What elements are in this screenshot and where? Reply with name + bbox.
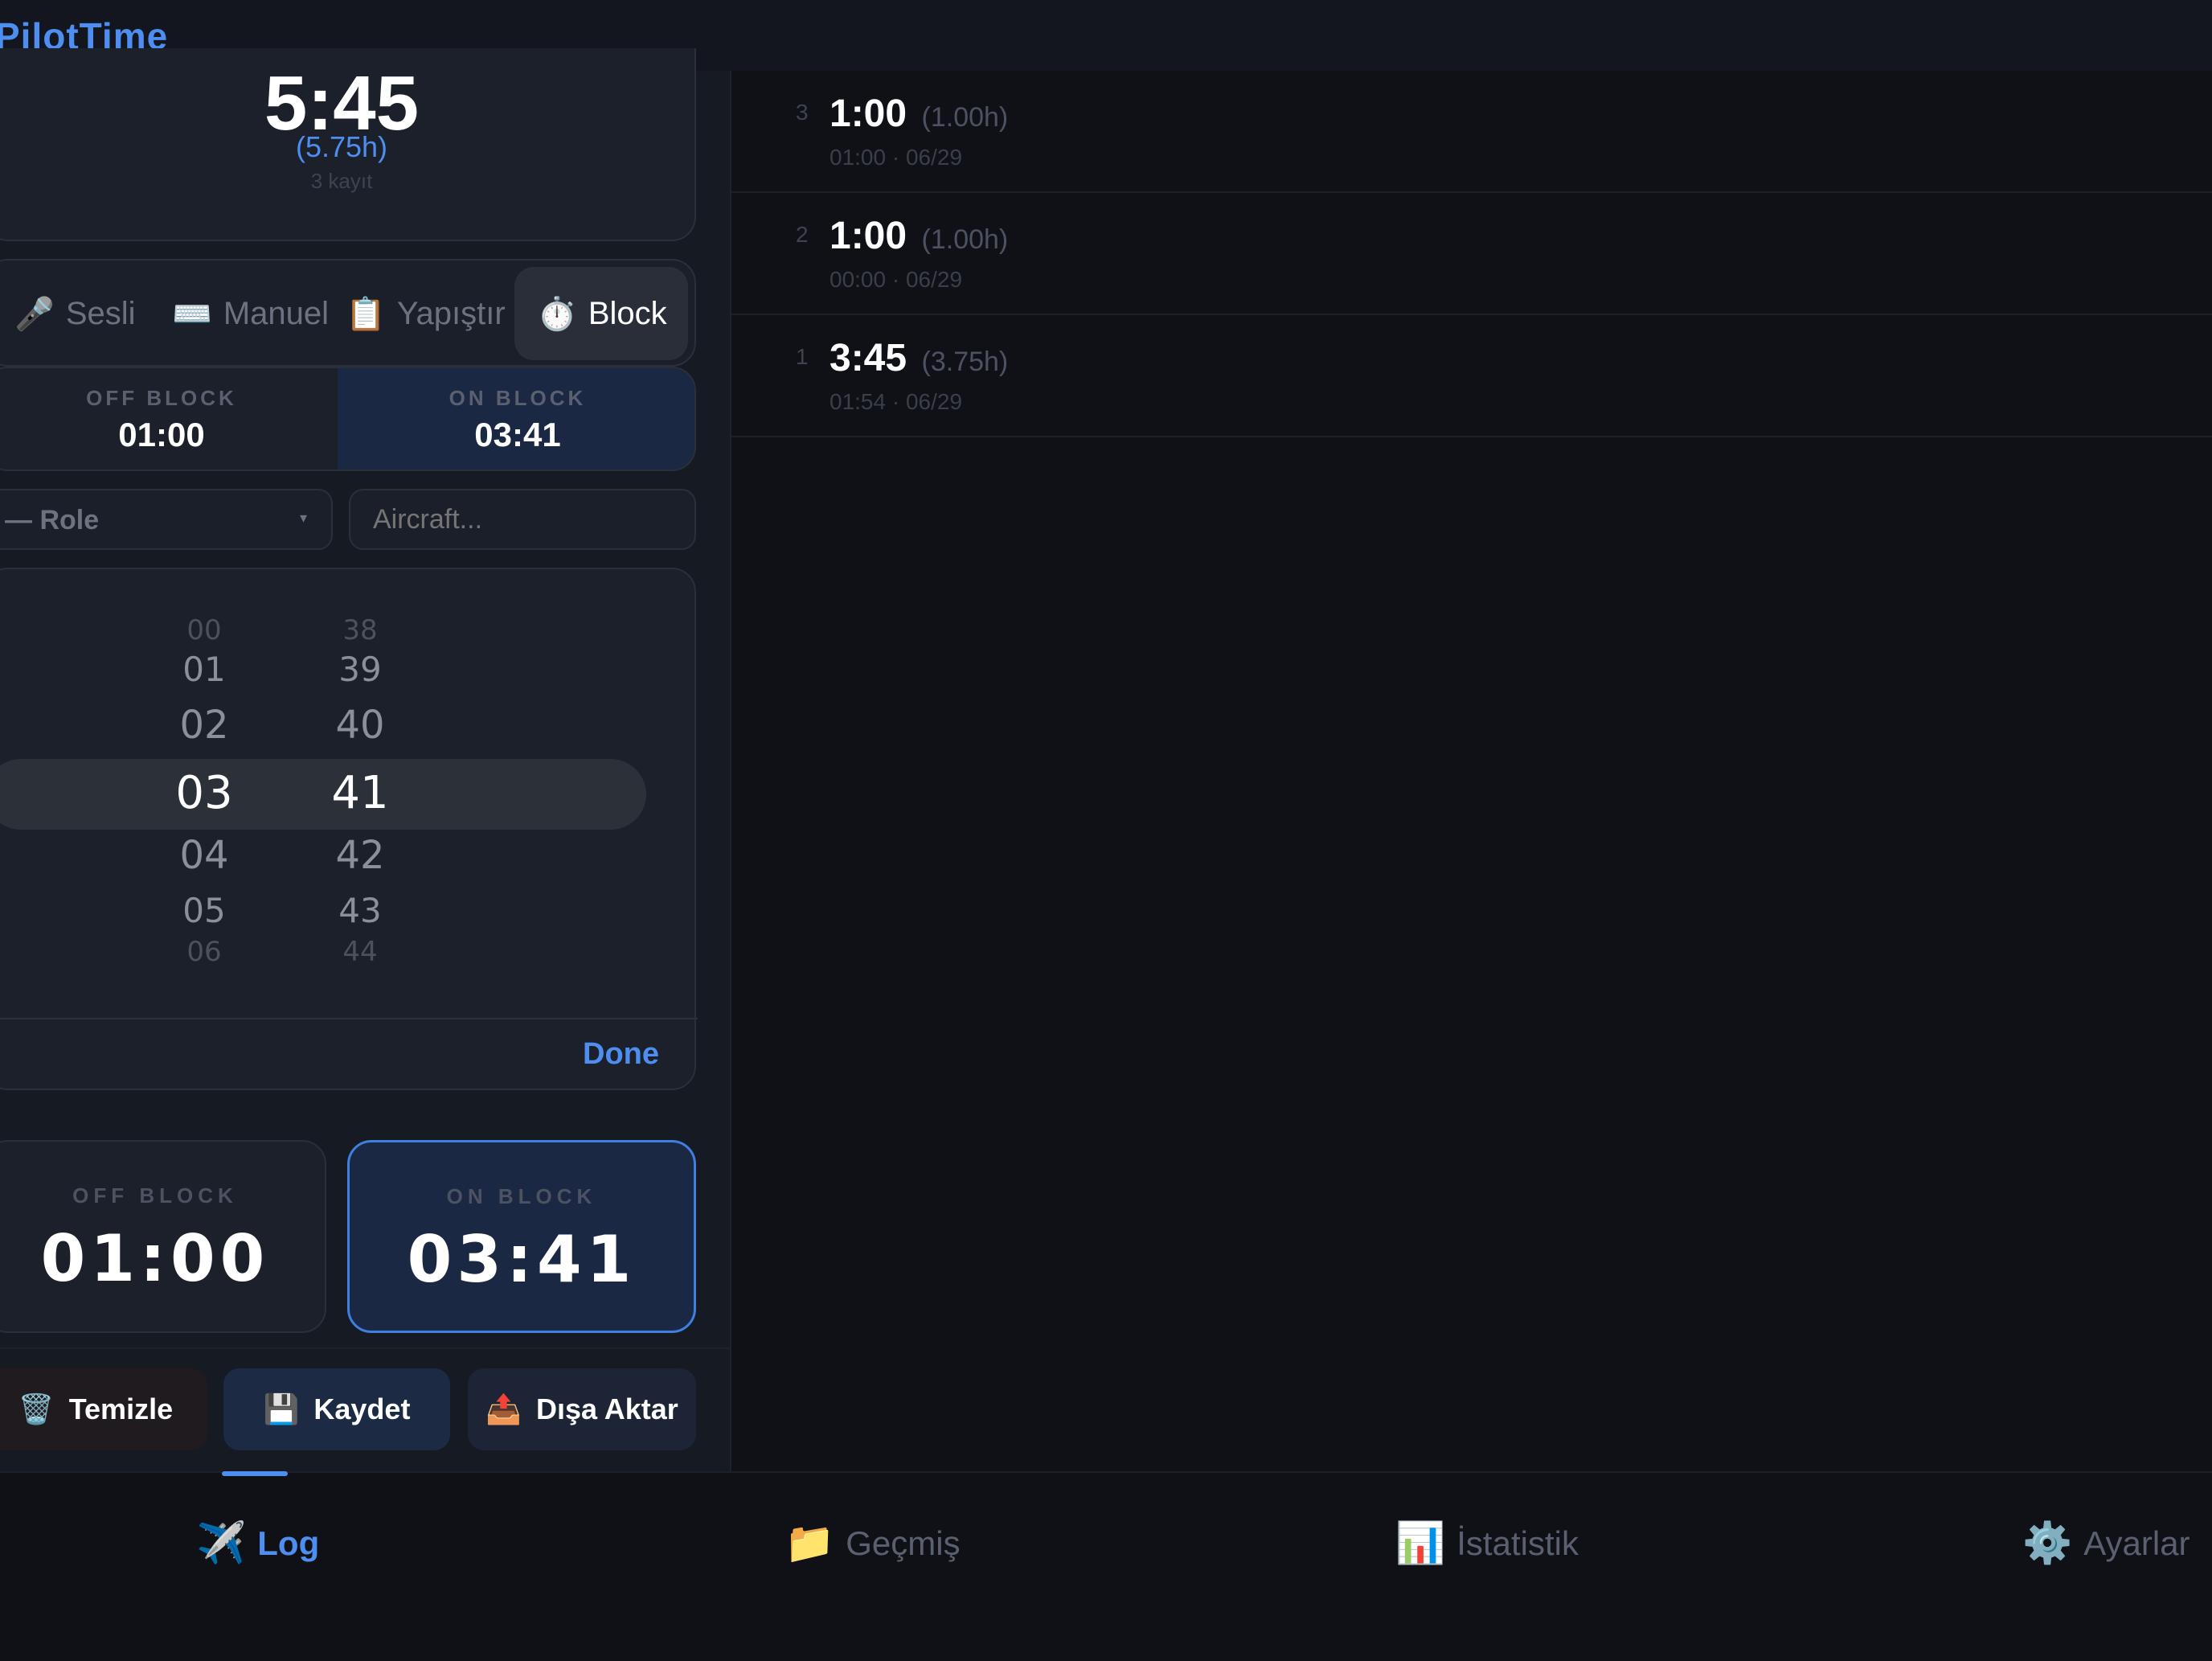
entry-time-line: 1:00 (1.00h) <box>830 92 1008 136</box>
log-entry-row[interactable]: 1 3:45 (3.75h) 01:54 · 06/29 <box>731 315 2212 437</box>
hour-option-selected[interactable]: 03 <box>156 767 252 819</box>
done-button[interactable]: Done <box>583 1037 659 1072</box>
log-entry-row[interactable]: 2 1:00 (1.00h) 00:00 · 06/29 <box>731 193 2212 315</box>
on-block-tab[interactable]: ON BLOCK 03:41 <box>338 368 694 470</box>
tab-settings[interactable]: ⚙️ Ayarlar <box>2022 1520 2190 1567</box>
actions-divider <box>0 1347 730 1349</box>
outbox-tray-icon: 📤 <box>485 1392 522 1425</box>
airplane-icon: ✈️ <box>196 1520 247 1565</box>
role-select-label: — Role <box>5 505 100 535</box>
entry-index: 3 <box>796 100 809 125</box>
on-block-label: ON BLOCK <box>449 386 587 410</box>
block-time-tabs: OFF BLOCK 01:00 ON BLOCK 03:41 <box>0 367 696 471</box>
on-block-value: 03:41 <box>474 416 561 453</box>
tab-label: Log <box>257 1524 320 1562</box>
hour-option[interactable]: 06 <box>156 936 252 968</box>
off-block-value: 01:00 <box>118 416 205 453</box>
bar-chart-icon: 📊 <box>1395 1520 1446 1565</box>
entry-count: 3 kayıt <box>310 169 373 193</box>
entry-hours: (1.00h) <box>921 224 1009 255</box>
mode-label: Block <box>588 295 667 331</box>
entry-timestamp: 00:00 · 06/29 <box>830 267 963 292</box>
off-block-label: OFF BLOCK <box>86 386 237 410</box>
entry-time: 1:00 <box>830 92 907 135</box>
entry-time: 3:45 <box>830 337 907 379</box>
on-block-card[interactable]: ON BLOCK 03:41 <box>347 1140 696 1333</box>
off-block-label: OFF BLOCK <box>72 1183 238 1208</box>
trash-icon: 🗑️ <box>18 1392 55 1425</box>
chevron-down-icon: ▾ <box>299 510 307 526</box>
entry-hours: (3.75h) <box>921 347 1009 377</box>
tab-label: Ayarlar <box>2083 1524 2190 1562</box>
mode-selector: 🎤 Sesli ⌨️ Manuel 📋 Yapıştır ⏱️ Block <box>0 259 696 367</box>
save-button-label: Kaydet <box>313 1392 411 1425</box>
entry-time-line: 3:45 (3.75h) <box>830 336 1008 380</box>
off-block-card[interactable]: OFF BLOCK 01:00 <box>0 1140 326 1333</box>
total-summary-card: 5:45 (5.75h) 3 kayıt <box>0 48 696 241</box>
log-entry-row[interactable]: 3 1:00 (1.00h) 01:00 · 06/29 <box>731 71 2212 193</box>
minute-option[interactable]: 39 <box>312 650 408 689</box>
stopwatch-icon: ⏱️ <box>537 296 577 332</box>
clear-button-label: Temizle <box>68 1392 174 1425</box>
on-block-value: 03:41 <box>407 1222 637 1297</box>
hour-option[interactable]: 05 <box>156 891 252 930</box>
tab-log[interactable]: ✈️ Log <box>196 1520 319 1567</box>
hour-option[interactable]: 01 <box>156 650 252 689</box>
minute-option[interactable]: 44 <box>312 936 408 968</box>
folder-icon: 📁 <box>784 1520 835 1565</box>
hour-option[interactable]: 02 <box>156 703 252 748</box>
export-button-label: Dışa Aktar <box>536 1392 678 1425</box>
export-button[interactable]: 📤 Dışa Aktar <box>468 1368 696 1450</box>
entry-index: 1 <box>796 344 809 369</box>
minute-option[interactable]: 43 <box>312 891 408 930</box>
hour-option[interactable]: 00 <box>156 614 252 646</box>
save-button[interactable]: 💾 Kaydet <box>223 1368 450 1450</box>
minute-option-selected[interactable]: 41 <box>312 767 408 819</box>
tab-label: İstatistik <box>1456 1524 1579 1562</box>
tab-statistics[interactable]: 📊 İstatistik <box>1395 1520 1579 1567</box>
microphone-icon: 🎤 <box>14 296 55 332</box>
entry-index: 2 <box>796 222 809 247</box>
picker-divider <box>0 1018 698 1019</box>
clear-button[interactable]: 🗑️ Temizle <box>0 1368 207 1450</box>
tab-history[interactable]: 📁 Geçmiş <box>784 1520 961 1567</box>
keyboard-icon: ⌨️ <box>172 296 212 332</box>
floppy-disk-icon: 💾 <box>263 1392 300 1425</box>
aircraft-input[interactable] <box>349 489 696 550</box>
mode-label: Manuel <box>223 295 330 331</box>
entry-hours: (1.00h) <box>921 102 1009 133</box>
entry-timestamp: 01:54 · 06/29 <box>830 389 963 414</box>
on-block-label: ON BLOCK <box>446 1184 597 1208</box>
minute-option[interactable]: 42 <box>312 833 408 878</box>
role-select[interactable]: — Role ▾ <box>0 489 333 550</box>
minute-option[interactable]: 40 <box>312 703 408 748</box>
mode-voice[interactable]: 🎤 Sesli <box>14 267 136 360</box>
minute-option[interactable]: 38 <box>312 614 408 646</box>
hour-option[interactable]: 04 <box>156 833 252 878</box>
mode-block[interactable]: ⏱️ Block <box>514 267 688 360</box>
entry-time: 1:00 <box>830 215 907 257</box>
total-hours: (5.75h) <box>295 130 388 163</box>
mode-label: Yapıştır <box>396 295 506 331</box>
active-tab-indicator <box>222 1471 288 1476</box>
off-block-tab[interactable]: OFF BLOCK 01:00 <box>0 368 338 470</box>
mode-manual[interactable]: ⌨️ Manuel <box>172 267 329 360</box>
clipboard-icon: 📋 <box>346 296 386 332</box>
time-picker: 00 01 02 03 04 05 06 38 39 40 41 42 43 4… <box>0 568 698 1090</box>
mode-paste[interactable]: 📋 Yapıştır <box>346 267 506 360</box>
mode-label: Sesli <box>65 295 136 331</box>
entry-time-line: 1:00 (1.00h) <box>830 214 1008 258</box>
entry-timestamp: 01:00 · 06/29 <box>830 145 963 170</box>
off-block-value: 01:00 <box>40 1221 270 1296</box>
bottom-tab-bar <box>0 1471 2212 1661</box>
tab-label: Geçmiş <box>846 1524 961 1562</box>
gear-icon: ⚙️ <box>2022 1520 2073 1565</box>
